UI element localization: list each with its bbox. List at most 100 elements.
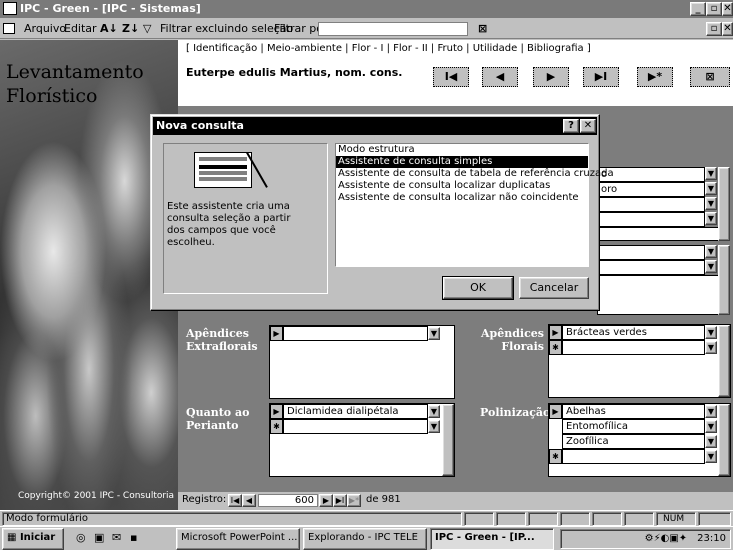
option-localizar-nao-coincidente[interactable]: Assistente de consulta localizar não coi… — [336, 192, 588, 204]
dropdown-arrow-icon[interactable]: ▼ — [705, 245, 717, 258]
row-selector-icon[interactable]: ▶ — [270, 326, 283, 341]
dropdown-arrow-icon[interactable]: ▼ — [705, 450, 717, 463]
menu-arquivo[interactable]: Arquivo — [24, 19, 66, 39]
option-consulta-simples[interactable]: Assistente de consulta simples — [336, 156, 588, 168]
row-selector-icon[interactable]: ▶ — [549, 404, 562, 419]
window-titlebar[interactable]: IPC - Green - [IPC - Sistemas] _ ▫ ✕ — [0, 0, 733, 18]
next-record-button[interactable]: ▶ — [533, 67, 569, 87]
table-wizard-icon — [194, 152, 252, 188]
restore-child-icon[interactable]: ▫ — [706, 22, 722, 36]
outlook-icon[interactable]: ✉ — [112, 531, 121, 544]
cancel-button[interactable]: Cancelar — [519, 277, 589, 299]
taskbar-explorer[interactable]: Explorando - IPC TELE — [303, 528, 427, 550]
record-first-icon[interactable]: I◀ — [228, 494, 242, 507]
dropdown-arrow-icon[interactable]: ▼ — [705, 212, 717, 225]
funnel-x-icon[interactable]: ⊠ — [478, 19, 487, 39]
dropdown-arrow-icon[interactable]: ▼ — [705, 435, 717, 448]
taskbar-powerpoint[interactable]: Microsoft PowerPoint ... — [176, 528, 300, 550]
apendices-extraflorais-field[interactable] — [283, 326, 428, 341]
previous-record-button[interactable]: ◀ — [482, 67, 518, 87]
option-localizar-duplicatas[interactable]: Assistente de consulta localizar duplica… — [336, 180, 588, 192]
option-referencia-cruzada[interactable]: Assistente de consulta de tabela de refe… — [336, 168, 614, 180]
polinizacao-value-3[interactable]: Zoofílica — [562, 434, 705, 449]
record-prev-icon[interactable]: ◀ — [242, 494, 256, 507]
scrollbar-vertical[interactable] — [718, 245, 730, 315]
tray-icons[interactable]: ⚙⚡◐▣✦ — [645, 533, 688, 544]
status-cell — [464, 512, 494, 526]
dropdown-arrow-icon[interactable]: ▼ — [705, 326, 717, 339]
polinizacao-value-2[interactable]: Entomofílica — [562, 419, 705, 434]
filter-icon[interactable]: ▽ — [143, 19, 151, 39]
tab-strip[interactable]: [ Identificação | Meio-ambiente | Flor -… — [186, 43, 591, 54]
desktop-icon[interactable]: ▣ — [94, 531, 104, 544]
first-record-button[interactable]: I◀ — [433, 67, 469, 87]
taskbar-ipc-green[interactable]: IPC - Green - [IP... — [430, 528, 554, 550]
windows-logo-icon: ▦ — [7, 532, 20, 543]
polinizacao-new[interactable] — [562, 449, 705, 464]
dropdown-arrow-icon[interactable]: ▼ — [705, 405, 717, 418]
dropdown-arrow-icon[interactable]: ▼ — [705, 167, 717, 180]
query-type-list[interactable]: Modo estrutura Assistente de consulta si… — [335, 143, 614, 267]
minimize-icon[interactable]: _ — [690, 2, 706, 16]
status-cell — [528, 512, 558, 526]
scrollbar-vertical[interactable] — [718, 325, 730, 397]
dropdown-arrow-icon[interactable]: ▼ — [428, 327, 440, 340]
menu-editar[interactable]: Editar — [64, 19, 97, 39]
partial-field-5[interactable] — [597, 245, 705, 260]
option-modo-estrutura[interactable]: Modo estrutura — [336, 144, 588, 156]
apendices-florais-new[interactable] — [562, 340, 705, 355]
dropdown-arrow-icon[interactable]: ▼ — [705, 420, 717, 433]
record-last-icon[interactable]: ▶I — [333, 494, 347, 507]
new-record-button[interactable]: ▶* — [637, 67, 673, 87]
sort-asc-icon[interactable]: A↓ — [100, 19, 118, 39]
row-selector-icon[interactable]: ▶ — [270, 404, 283, 419]
close-icon[interactable]: ✕ — [722, 2, 733, 16]
ok-button[interactable]: OK — [442, 276, 514, 300]
polinizacao-value-1[interactable]: Abelhas — [562, 404, 705, 419]
close-child-icon[interactable]: ✕ — [722, 22, 733, 36]
start-button[interactable]: ▦ Iniciar — [2, 528, 64, 550]
partial-field-6[interactable] — [597, 260, 705, 275]
restore-icon[interactable]: ▫ — [706, 2, 722, 16]
app-icon — [3, 2, 17, 15]
polinizacao-label: Polinização — [480, 406, 551, 419]
quanto-perianto-new[interactable] — [283, 419, 428, 434]
partial-field-4[interactable] — [597, 212, 705, 227]
scrollbar-vertical[interactable] — [718, 404, 730, 476]
sort-desc-icon[interactable]: Z↓ — [122, 19, 139, 39]
apendices-florais-value[interactable]: Brácteas verdes — [562, 325, 705, 340]
dropdown-arrow-icon[interactable]: ▼ — [705, 341, 717, 354]
dropdown-arrow-icon[interactable]: ▼ — [705, 197, 717, 210]
dropdown-arrow-icon[interactable]: ▼ — [705, 182, 717, 195]
app-heading: Levantamento Florístico — [6, 61, 144, 107]
help-icon[interactable]: ? — [563, 119, 579, 133]
dialog-close-icon[interactable]: ✕ — [580, 119, 596, 133]
partial-field-2[interactable]: oro — [597, 182, 705, 197]
last-record-button[interactable]: ▶I — [583, 67, 619, 87]
apendices-extraflorais-label: Apêndices Extraflorais — [186, 327, 258, 353]
scrollbar-vertical[interactable] — [442, 404, 454, 476]
window-title: IPC - Green - [IPC - Sistemas] — [20, 2, 201, 15]
new-row-icon[interactable]: ✱ — [270, 419, 283, 434]
scrollbar-vertical[interactable] — [718, 167, 730, 241]
exit-button[interactable]: ⊠ — [690, 67, 730, 87]
quanto-perianto-value[interactable]: Diclamidea dialipétala — [283, 404, 428, 419]
record-next-icon[interactable]: ▶ — [319, 494, 333, 507]
apendices-florais-label: Apêndices Florais — [481, 327, 544, 353]
channels-icon[interactable]: ▪ — [130, 531, 137, 544]
ie-icon[interactable]: ◎ — [76, 531, 86, 544]
dropdown-arrow-icon[interactable]: ▼ — [705, 260, 717, 273]
new-row-icon[interactable]: ✱ — [549, 449, 562, 464]
partial-list-2 — [597, 275, 730, 315]
record-new-icon[interactable]: ▶* — [347, 494, 361, 507]
dropdown-arrow-icon[interactable]: ▼ — [428, 420, 440, 433]
new-row-icon[interactable]: ✱ — [549, 340, 562, 355]
record-number-input[interactable]: 600 — [258, 494, 318, 507]
status-num: NUM — [656, 512, 696, 526]
partial-field-3[interactable] — [597, 197, 705, 212]
dropdown-arrow-icon[interactable]: ▼ — [428, 405, 440, 418]
row-selector-icon[interactable]: ▶ — [549, 325, 562, 340]
filter-input[interactable] — [318, 22, 468, 36]
dialog-titlebar[interactable]: Nova consulta — [153, 117, 597, 135]
menu-bar: Arquivo Editar A↓ Z↓ ▽ Filtrar excluindo… — [0, 19, 733, 39]
